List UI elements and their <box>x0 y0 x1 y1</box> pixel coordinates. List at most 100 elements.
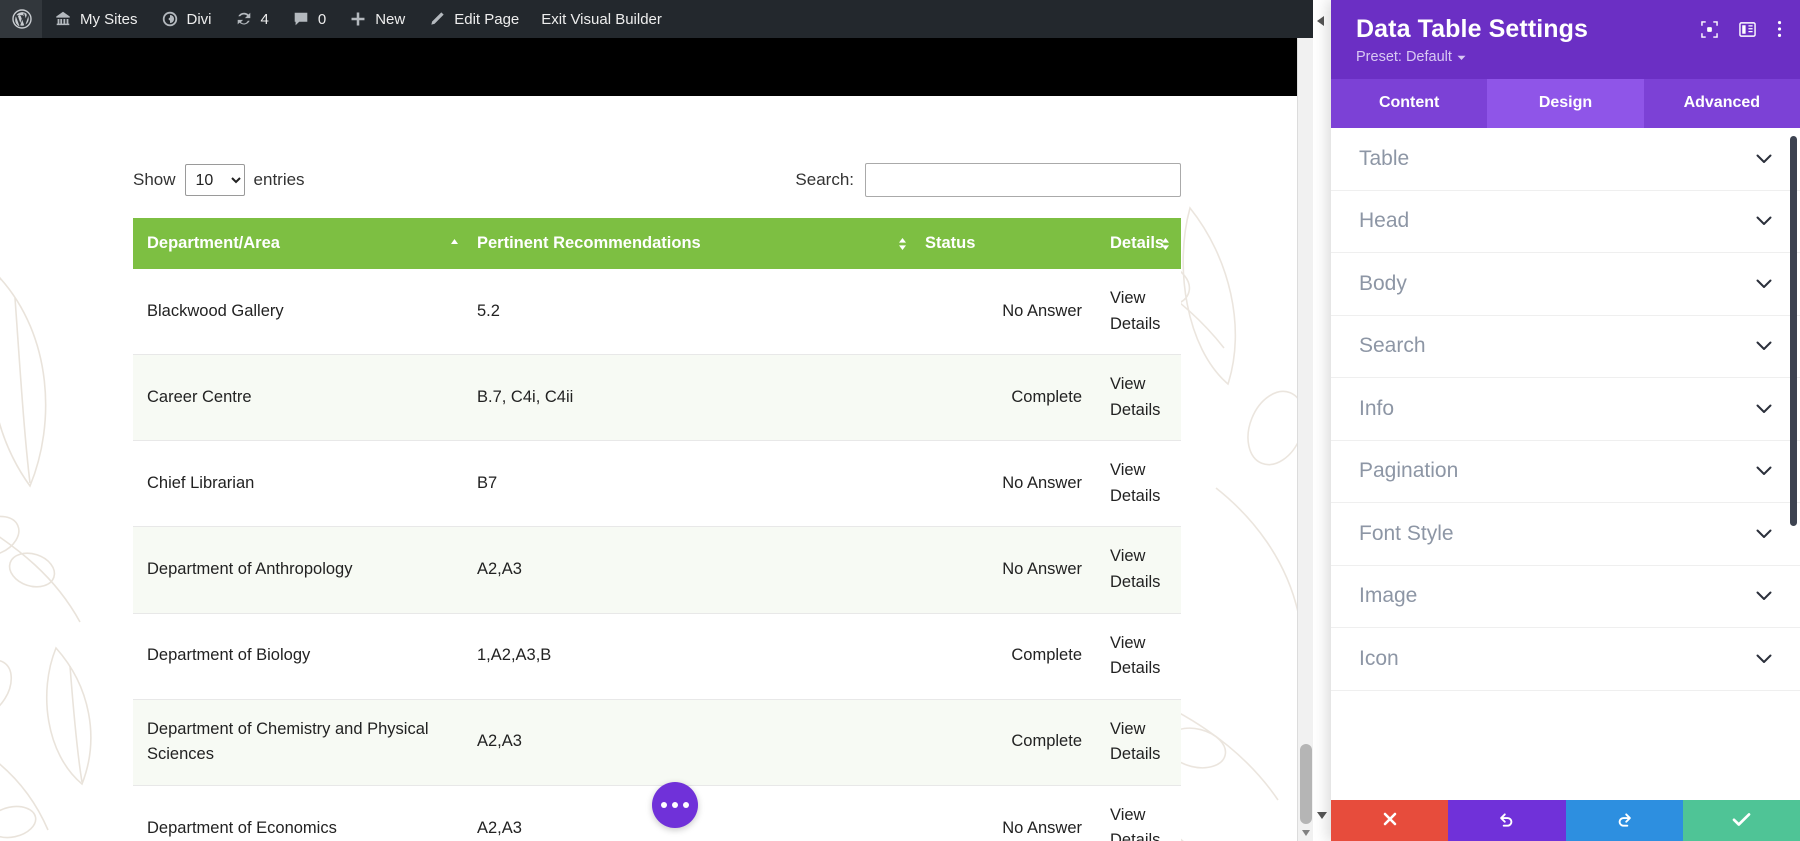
cell-status: No Answer <box>911 269 1096 356</box>
adminbar-label: 0 <box>317 10 327 28</box>
entries-label: entries <box>253 170 305 189</box>
panel-tabs: Content Design Advanced <box>1331 79 1800 128</box>
preset-selector[interactable]: Preset: Default <box>1356 49 1466 65</box>
adminbar-item-exit-visual-builder[interactable]: Exit Visual Builder <box>530 0 673 38</box>
redo-button[interactable] <box>1565 800 1683 841</box>
section-label: Table <box>1359 146 1410 170</box>
panel-resize-handle[interactable] <box>1313 0 1331 841</box>
adminbar-item-comments[interactable]: 0 <box>280 0 337 38</box>
table-row[interactable]: Department of Biology 1,A2,A3,B Complete… <box>133 613 1181 700</box>
collapse-arrow-icon[interactable] <box>1317 16 1324 26</box>
sort-icon <box>1160 236 1171 252</box>
cell-status: Complete <box>911 613 1096 700</box>
cell-department: Department of Biology <box>133 613 463 700</box>
chevron-down-icon <box>1756 529 1772 539</box>
view-details-link[interactable]: View Details <box>1110 544 1166 595</box>
section-label: Head <box>1359 209 1410 233</box>
accordion-section-image[interactable]: Image <box>1331 566 1800 628</box>
accordion-section-pagination[interactable]: Pagination <box>1331 441 1800 503</box>
sites-icon <box>53 9 73 29</box>
accordion-section-table[interactable]: Table <box>1331 128 1800 191</box>
search-control: Search: <box>795 163 1181 197</box>
page-scrollbar[interactable] <box>1297 38 1313 841</box>
page-hero-banner <box>0 38 1313 96</box>
table-head: Department/Area Pertinent Recommendation… <box>133 218 1181 269</box>
scroll-down-arrow-icon[interactable] <box>1302 830 1310 836</box>
adminbar-item-divi[interactable]: Divi <box>149 0 223 38</box>
ellipsis-dot <box>661 802 667 808</box>
pencil-icon <box>427 9 447 29</box>
check-icon <box>1732 812 1751 830</box>
adminbar-item-updates[interactable]: 4 <box>223 0 280 38</box>
view-details-link[interactable]: View Details <box>1110 286 1166 337</box>
adminbar-item-edit-page[interactable]: Edit Page <box>416 0 530 38</box>
ellipsis-dot <box>672 802 678 808</box>
accordion-section-body[interactable]: Body <box>1331 253 1800 316</box>
cell-details: View Details <box>1096 699 1181 786</box>
cell-status: No Answer <box>911 440 1096 528</box>
layout-columns-icon[interactable] <box>1739 21 1756 38</box>
table-row[interactable]: Blackwood Gallery 5.2 No Answer View Det… <box>133 269 1181 356</box>
cell-status: No Answer <box>911 785 1096 841</box>
adminbar-item-my-sites[interactable]: My Sites <box>42 0 149 38</box>
module-settings-fab[interactable] <box>652 782 698 828</box>
panel-scrollbar-thumb[interactable] <box>1790 136 1797 526</box>
adminbar-label: New <box>375 10 406 28</box>
scrollbar-thumb[interactable] <box>1300 744 1312 824</box>
view-details-link[interactable]: View Details <box>1110 631 1166 682</box>
updates-icon <box>234 9 254 29</box>
comments-icon <box>291 9 311 29</box>
column-header-recommendations[interactable]: Pertinent Recommendations <box>451 218 911 269</box>
table-row[interactable]: Department of Chemistry and Physical Sci… <box>133 699 1181 786</box>
undo-icon <box>1498 811 1515 831</box>
column-header-details[interactable]: Details <box>1096 218 1181 269</box>
view-details-link[interactable]: View Details <box>1110 803 1166 841</box>
column-header-department[interactable]: Department/Area <box>133 218 463 269</box>
plus-icon <box>348 9 368 29</box>
adminbar-label: Exit Visual Builder <box>541 10 662 28</box>
chevron-down-icon <box>1457 49 1466 65</box>
expand-arrow-icon[interactable] <box>1317 812 1327 819</box>
length-control: Show 10 25 50 100 entries <box>133 164 305 196</box>
tab-advanced[interactable]: Advanced <box>1644 79 1800 128</box>
view-details-link[interactable]: View Details <box>1110 458 1166 509</box>
accordion-section-search[interactable]: Search <box>1331 316 1800 378</box>
cell-department: Career Centre <box>133 354 463 442</box>
accordion-section-font-style[interactable]: Font Style <box>1331 503 1800 566</box>
panel-header: Data Table Settings Preset: Default <box>1331 0 1800 79</box>
more-vertical-icon[interactable] <box>1777 20 1782 38</box>
table-header-row: Department/Area Pertinent Recommendation… <box>133 218 1181 269</box>
search-input[interactable] <box>865 163 1181 197</box>
cell-department: Chief Librarian <box>133 440 463 528</box>
section-label: Icon <box>1359 646 1399 670</box>
adminbar-item-new[interactable]: New <box>337 0 416 38</box>
focus-icon[interactable] <box>1701 20 1718 38</box>
column-label: Status <box>925 234 976 252</box>
undo-button[interactable] <box>1448 800 1566 841</box>
cell-recommendations: A2,A3 <box>463 526 911 614</box>
tab-content[interactable]: Content <box>1331 79 1487 128</box>
data-table: Department/Area Pertinent Recommendation… <box>133 218 1181 841</box>
page-length-select[interactable]: 10 25 50 100 <box>184 164 245 196</box>
wordpress-logo-button[interactable] <box>0 0 42 38</box>
cancel-button[interactable] <box>1331 800 1449 841</box>
cell-recommendations: 5.2 <box>463 269 911 356</box>
section-label: Font Style <box>1359 521 1454 545</box>
table-row[interactable]: Chief Librarian B7 No Answer View Detail… <box>133 440 1181 528</box>
module-settings-panel: Data Table Settings Preset: Default Cont… <box>1331 0 1800 841</box>
view-details-link[interactable]: View Details <box>1110 372 1166 423</box>
column-header-status[interactable]: Status <box>899 218 1096 269</box>
table-row[interactable]: Career Centre B.7, C4i, C4ii Complete Vi… <box>133 354 1181 442</box>
save-button[interactable] <box>1682 800 1800 841</box>
tab-design[interactable]: Design <box>1487 79 1644 128</box>
accordion-section-icon[interactable]: Icon <box>1331 628 1800 691</box>
view-details-link[interactable]: View Details <box>1110 717 1166 768</box>
show-label: Show <box>133 170 176 189</box>
cell-details: View Details <box>1096 269 1181 356</box>
chevron-down-icon <box>1756 466 1772 476</box>
accordion-section-head[interactable]: Head <box>1331 191 1800 253</box>
table-row[interactable]: Department of Anthropology A2,A3 No Answ… <box>133 526 1181 614</box>
cell-recommendations: B7 <box>463 440 911 528</box>
section-label: Search <box>1359 334 1426 358</box>
accordion-section-info[interactable]: Info <box>1331 378 1800 441</box>
